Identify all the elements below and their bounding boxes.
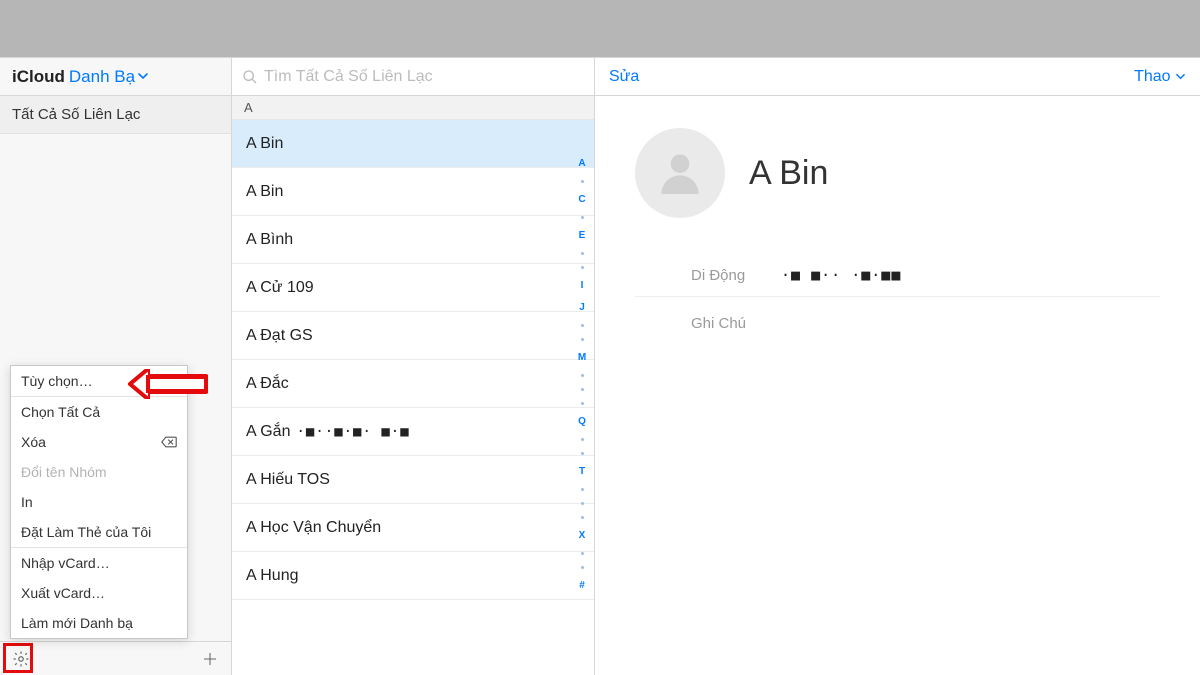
contact-name: A Gắn <box>246 423 290 441</box>
index-letter[interactable]: T <box>579 466 585 477</box>
mobile-field: Di Động ·■ ■·· ·■·■■ <box>635 258 1160 297</box>
backspace-icon <box>161 436 177 448</box>
contact-row[interactable]: A Bin <box>232 120 594 168</box>
chevron-down-icon <box>1175 71 1186 82</box>
notes-label: Ghi Chú <box>635 315 1160 332</box>
settings-gear-icon[interactable] <box>8 646 34 672</box>
index-dot[interactable] <box>581 452 584 455</box>
index-dot[interactable] <box>581 216 584 219</box>
contact-name: A Cử 109 <box>246 279 314 297</box>
sidebar-header[interactable]: iCloud Danh Bạ <box>0 58 231 96</box>
contact-name: A Hung <box>246 567 298 585</box>
menu-delete-label: Xóa <box>21 434 46 450</box>
menu-export-vcard[interactable]: Xuất vCard… <box>11 578 187 608</box>
edit-button[interactable]: Sửa <box>609 68 639 86</box>
sidebar: iCloud Danh Bạ Tất Cả Số Liên Lạc Tùy ch… <box>0 58 232 675</box>
contact-row[interactable]: A Đắc <box>232 360 594 408</box>
index-letter[interactable]: X <box>579 530 586 541</box>
alphabet-index-rail[interactable]: A C E IJ M Q T X # <box>574 158 590 591</box>
index-letter[interactable]: I <box>581 280 584 291</box>
contact-name: A Đạt GS <box>246 327 313 345</box>
contact-name-heading: A Bin <box>749 154 828 193</box>
index-dot[interactable] <box>581 374 584 377</box>
index-dot[interactable] <box>581 324 584 327</box>
index-dot[interactable] <box>581 402 584 405</box>
index-dot[interactable] <box>581 266 584 269</box>
menu-select-all[interactable]: Chọn Tất Cả <box>11 397 187 427</box>
index-dot[interactable] <box>581 180 584 183</box>
contact-row[interactable]: A Hung <box>232 552 594 600</box>
contact-row[interactable]: A Cử 109 <box>232 264 594 312</box>
action-dropdown[interactable]: Thao <box>1134 68 1186 86</box>
add-plus-icon[interactable] <box>197 646 223 672</box>
contact-name: A Bình <box>246 231 293 249</box>
search-input[interactable] <box>264 68 584 86</box>
index-letter[interactable]: A <box>578 158 585 169</box>
contact-row[interactable]: A Học Vận Chuyển <box>232 504 594 552</box>
contact-name: A Đắc <box>246 375 289 393</box>
menu-refresh-contacts[interactable]: Làm mới Danh bạ <box>11 608 187 638</box>
contacts-app: iCloud Danh Bạ Tất Cả Số Liên Lạc Tùy ch… <box>0 57 1200 675</box>
contact-list[interactable]: A Bin A Bin A Bình A Cử 109 A Đạt GS A Đắc A G… <box>232 120 594 675</box>
contact-row[interactable]: A Hiếu TOS <box>232 456 594 504</box>
contact-detail-panel: Sửa Thao A Bin Di Động ·■ ■·· ·■·■■ Ghi … <box>595 58 1200 675</box>
mobile-label: Di Động <box>691 267 781 284</box>
contact-row[interactable]: A Bình <box>232 216 594 264</box>
detail-header: Sửa Thao <box>595 58 1200 96</box>
chevron-down-icon <box>137 67 149 87</box>
index-dot[interactable] <box>581 388 584 391</box>
person-icon <box>652 145 708 201</box>
index-dot[interactable] <box>581 502 584 505</box>
index-dot[interactable] <box>581 552 584 555</box>
menu-print[interactable]: In <box>11 487 187 517</box>
contact-row[interactable]: A Bin <box>232 168 594 216</box>
menu-delete[interactable]: Xóa <box>11 427 187 457</box>
index-letter[interactable]: Q <box>578 416 586 427</box>
contact-name: A Bin <box>246 135 283 153</box>
index-letter[interactable]: J <box>579 302 585 313</box>
contact-name: A Hiếu TOS <box>246 471 330 489</box>
contact-list-column: A A BinA BinA BìnhA Cử 109A Đạt GSA ĐắcA… <box>232 58 595 675</box>
index-dot[interactable] <box>581 516 584 519</box>
search-icon <box>242 69 258 85</box>
list-section-header: A <box>232 96 594 120</box>
menu-import-vcard[interactable]: Nhập vCard… <box>11 548 187 578</box>
menu-rename-group: Đổi tên Nhóm <box>11 457 187 487</box>
index-letter[interactable]: E <box>579 230 586 241</box>
contact-row[interactable]: A Gắn ·■··■·■· ■·■ <box>232 408 594 456</box>
sidebar-group-all-contacts[interactable]: Tất Cả Số Liên Lạc <box>0 96 231 134</box>
index-dot[interactable] <box>581 338 584 341</box>
index-letter[interactable]: C <box>578 194 585 205</box>
contact-name: A Bin <box>246 183 283 201</box>
contact-avatar <box>635 128 725 218</box>
contact-name: A Học Vận Chuyển <box>246 519 381 537</box>
settings-popup-menu: Tùy chọn… Chọn Tất Cả Xóa Đổi tên Nhóm I… <box>10 365 188 639</box>
sidebar-footer <box>0 641 231 675</box>
index-letter[interactable]: # <box>579 580 585 591</box>
index-dot[interactable] <box>581 566 584 569</box>
search-bar[interactable] <box>232 58 594 96</box>
menu-preferences[interactable]: Tùy chọn… <box>11 366 187 396</box>
index-dot[interactable] <box>581 488 584 491</box>
menu-set-my-card[interactable]: Đặt Làm Thẻ của Tôi <box>11 517 187 547</box>
index-dot[interactable] <box>581 252 584 255</box>
mobile-value[interactable]: ·■ ■·· ·■·■■ <box>781 266 901 284</box>
icloud-label: iCloud <box>12 67 65 87</box>
app-title: Danh Bạ <box>69 67 135 87</box>
index-dot[interactable] <box>581 438 584 441</box>
index-letter[interactable]: M <box>578 352 586 363</box>
contact-row[interactable]: A Đạt GS <box>232 312 594 360</box>
contact-masked-suffix: ·■··■·■· ■·■ <box>296 424 409 440</box>
